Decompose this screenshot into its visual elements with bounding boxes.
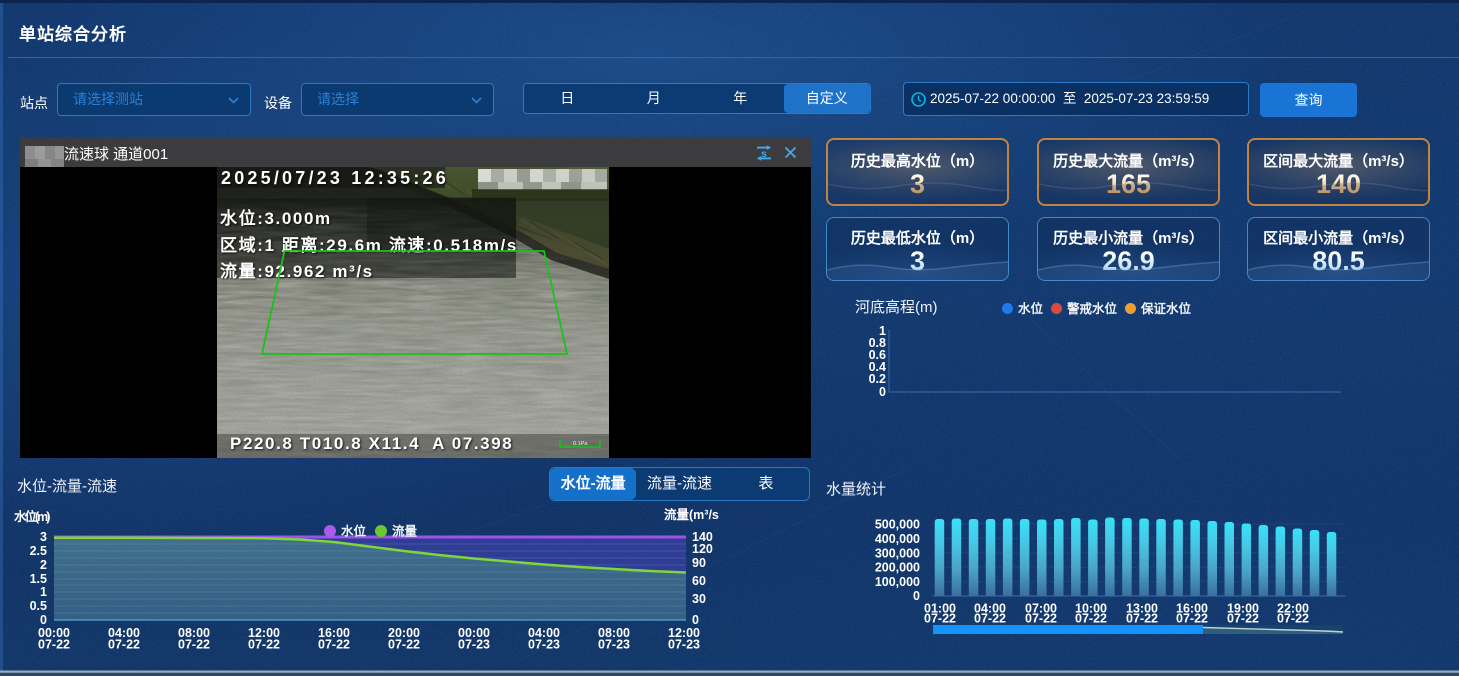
svg-text:07-22: 07-22 bbox=[1277, 612, 1309, 626]
svg-text:400,000: 400,000 bbox=[875, 532, 920, 546]
svg-text:07-22: 07-22 bbox=[1025, 612, 1057, 626]
svg-text:07-23: 07-23 bbox=[598, 638, 630, 652]
svg-text:07-22: 07-22 bbox=[178, 638, 210, 652]
svg-text:1.5: 1.5 bbox=[30, 572, 47, 586]
svg-text:500,000: 500,000 bbox=[875, 518, 920, 532]
svg-text:2.5: 2.5 bbox=[30, 544, 47, 558]
svg-text:0: 0 bbox=[913, 589, 920, 603]
svg-text:30: 30 bbox=[692, 592, 706, 606]
svg-text:07-22: 07-22 bbox=[924, 612, 956, 626]
svg-text:水位: 水位 bbox=[341, 524, 367, 539]
svg-text:07-22: 07-22 bbox=[1227, 612, 1259, 626]
svg-text:07-22: 07-22 bbox=[38, 638, 70, 652]
svg-text:200,000: 200,000 bbox=[875, 561, 920, 575]
svg-text:07-22: 07-22 bbox=[1126, 612, 1158, 626]
svg-text:07-22: 07-22 bbox=[248, 638, 280, 652]
svg-text:07-22: 07-22 bbox=[108, 638, 140, 652]
svg-text:07-23: 07-23 bbox=[528, 638, 560, 652]
svg-text:07-22: 07-22 bbox=[1176, 612, 1208, 626]
svg-text:07-22: 07-22 bbox=[318, 638, 350, 652]
svg-text:0.5: 0.5 bbox=[30, 599, 47, 613]
svg-text:2: 2 bbox=[40, 558, 47, 572]
svg-text:0: 0 bbox=[40, 613, 47, 627]
svg-text:0: 0 bbox=[879, 385, 886, 399]
svg-text:100,000: 100,000 bbox=[875, 575, 920, 589]
svg-text:300,000: 300,000 bbox=[875, 546, 920, 560]
svg-text:60: 60 bbox=[692, 574, 706, 588]
svg-text:1: 1 bbox=[40, 585, 47, 599]
svg-text:07-22: 07-22 bbox=[388, 638, 420, 652]
svg-text:07-22: 07-22 bbox=[974, 612, 1006, 626]
svg-text:90: 90 bbox=[692, 556, 706, 570]
svg-text:07-23: 07-23 bbox=[668, 638, 700, 652]
svg-text:0.2: 0.2 bbox=[869, 372, 886, 386]
svg-text:07-22: 07-22 bbox=[1075, 612, 1107, 626]
svg-text:120: 120 bbox=[692, 542, 713, 556]
svg-text:0: 0 bbox=[692, 613, 699, 627]
svg-text:s: s bbox=[761, 148, 767, 160]
svg-text:流量: 流量 bbox=[392, 524, 418, 539]
svg-text:0.1Pa: 0.1Pa bbox=[573, 441, 588, 447]
svg-text:07-23: 07-23 bbox=[458, 638, 490, 652]
svg-text:3: 3 bbox=[40, 530, 47, 544]
